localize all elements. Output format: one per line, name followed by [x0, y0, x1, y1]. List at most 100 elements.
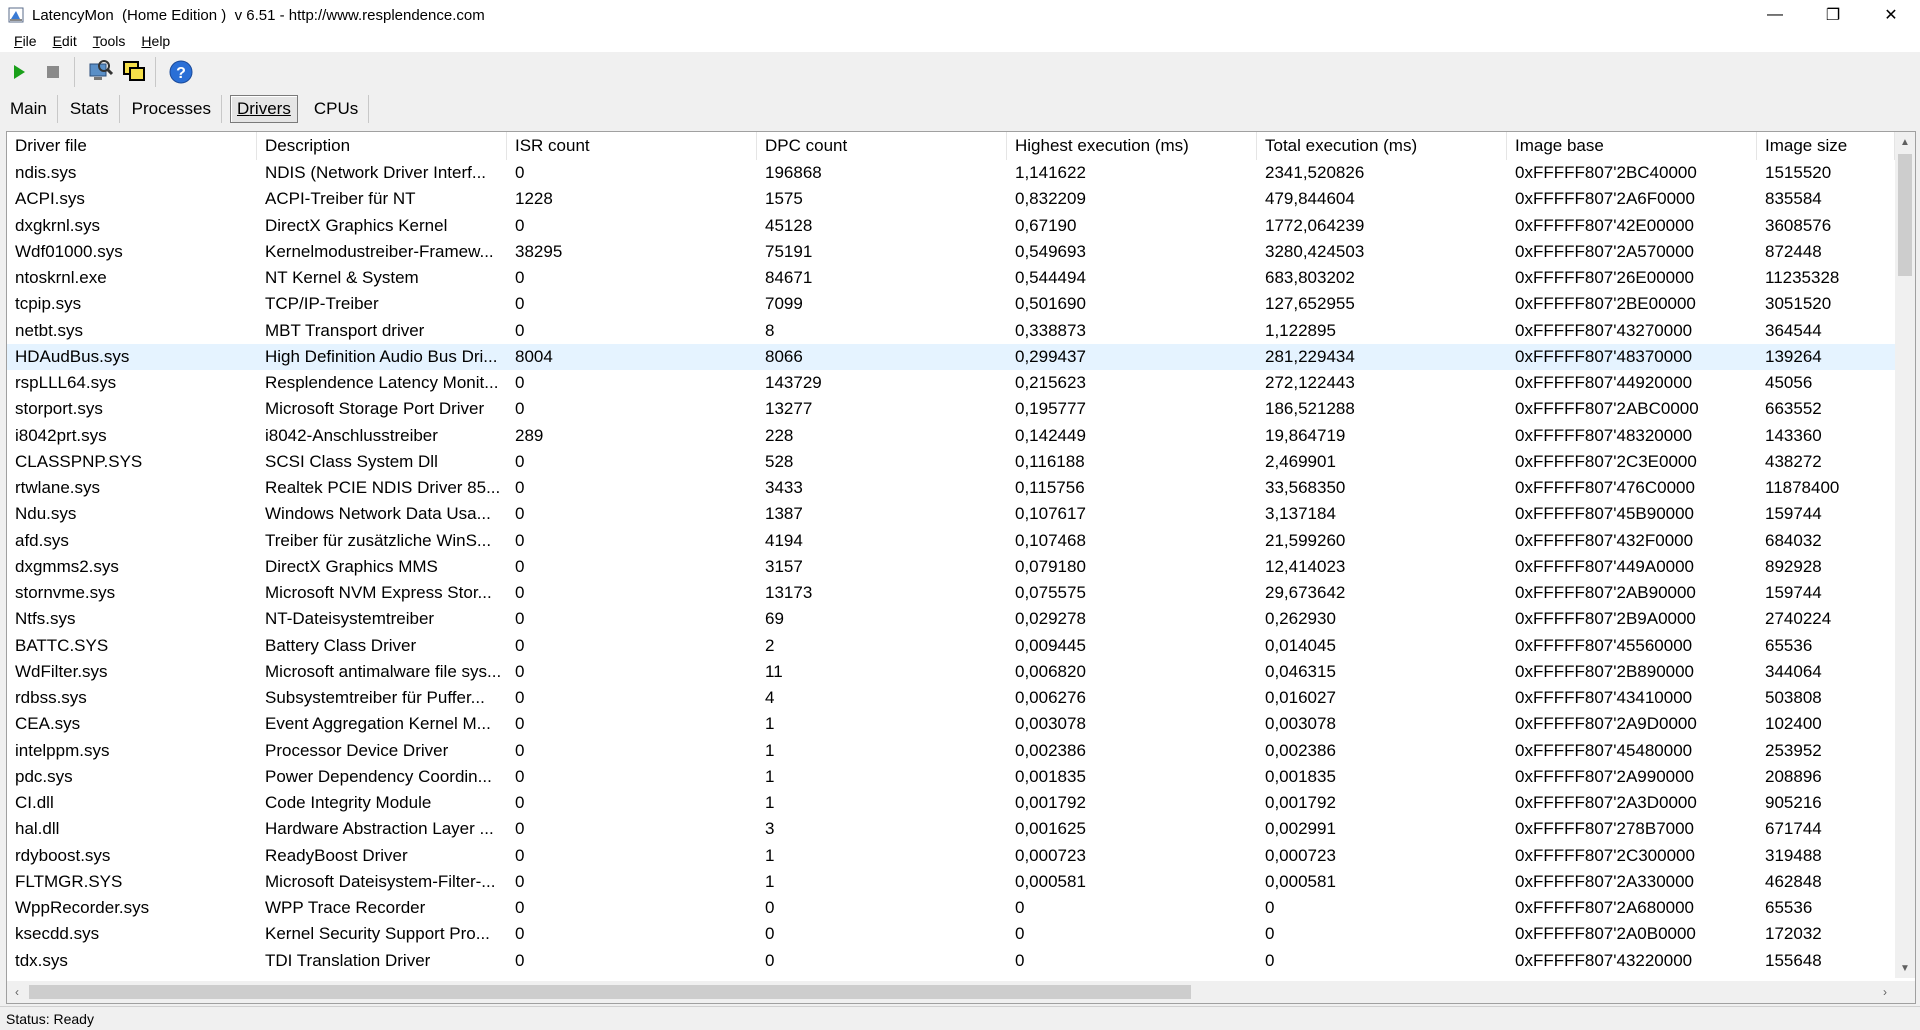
column-header-highest-execution-ms[interactable]: Highest execution (ms): [1007, 132, 1257, 160]
menu-item-tools[interactable]: Tools: [85, 33, 134, 49]
table-row[interactable]: WdFilter.sys Microsoft antimalware file s…: [7, 659, 1895, 685]
scroll-left-icon[interactable]: ‹: [7, 981, 27, 1003]
column-header-isr-count[interactable]: ISR count: [507, 132, 757, 160]
cell-image-base: 0xFFFFF807'278B7000: [1515, 819, 1695, 839]
column-header-total-execution-ms[interactable]: Total execution (ms): [1257, 132, 1507, 160]
table-row[interactable]: pdc.sys Power Dependency Coordin... 0 1 0,00…: [7, 764, 1895, 790]
tab-mnemonic: P: [131, 99, 143, 118]
cell-dpc-count: 1575: [765, 189, 803, 209]
table-row[interactable]: Ndu.sys Windows Network Data Usa... 0 1387 0…: [7, 501, 1895, 527]
horizontal-scroll-thumb[interactable]: [29, 985, 1191, 999]
cell-driver-file: hal.dll: [15, 819, 60, 839]
minimize-button[interactable]: —: [1746, 0, 1804, 30]
table-row[interactable]: intelppm.sys Processor Device Driver 0 1 0,0…: [7, 738, 1895, 764]
table-row[interactable]: Wdf01000.sys Kernelmodustreiber-Framew...…: [7, 239, 1895, 265]
scroll-down-icon[interactable]: ▼: [1895, 958, 1915, 978]
menu-item-edit[interactable]: Edit: [45, 33, 85, 49]
table-row[interactable]: stornvme.sys Microsoft NVM Express Stor..…: [7, 580, 1895, 606]
tab-drivers[interactable]: Drivers: [229, 95, 298, 123]
table-row[interactable]: rtwlane.sys Realtek PCIE NDIS Driver 85..…: [7, 475, 1895, 501]
cell-image-base: 0xFFFFF807'2ABC0000: [1515, 399, 1699, 419]
cell-image-base: 0xFFFFF807'2B890000: [1515, 661, 1695, 681]
close-button[interactable]: ✕: [1862, 0, 1920, 30]
table-row[interactable]: tcpip.sys TCP/IP-Treiber 0 7099 0,501690 127,…: [7, 291, 1895, 317]
cell-description: SCSI Class System Dll: [265, 451, 438, 471]
cell-image-base: 0xFFFFF807'2BC40000: [1515, 163, 1697, 182]
tab-label: tats: [81, 99, 109, 118]
table-row[interactable]: CI.dll Code Integrity Module 0 1 0,001792 0,0…: [7, 790, 1895, 816]
table-row[interactable]: WppRecorder.sys WPP Trace Recorder 0 0 0 0 0xF…: [7, 895, 1895, 921]
cell-driver-file: ksecdd.sys: [15, 924, 100, 944]
table-row[interactable]: ACPI.sys ACPI-Treiber für NT 1228 1575 0,832…: [7, 186, 1895, 212]
horizontal-scrollbar[interactable]: ‹ ›: [7, 981, 1895, 1003]
menu-item-file[interactable]: File: [0, 33, 45, 49]
cell-driver-file: rdyboost.sys: [15, 845, 111, 865]
table-row[interactable]: ksecdd.sys Kernel Security Support Pro...…: [7, 921, 1895, 947]
menu-item-help[interactable]: Help: [133, 33, 178, 49]
restore-button[interactable]: ❐: [1804, 0, 1862, 30]
table-row[interactable]: HDAudBus.sys High Definition Audio Bus Dr…: [7, 343, 1895, 370]
cell-isr-count: 0: [515, 530, 525, 550]
table-row[interactable]: ndis.sys NDIS (Network Driver Interf... 0 1…: [7, 160, 1895, 186]
cell-total-execution: 272,122443: [1265, 373, 1355, 392]
cell-image-base: 0xFFFFF807'2A570000: [1515, 241, 1695, 261]
cell-highest-execution: 0,215623: [1015, 373, 1086, 392]
tab-label: rivers: [249, 99, 291, 118]
cell-dpc-count: 7099: [765, 294, 803, 314]
tab-stats[interactable]: Stats: [60, 95, 120, 123]
column-header-driver-file[interactable]: Driver file: [7, 132, 257, 160]
scroll-up-icon[interactable]: ▲: [1895, 132, 1915, 152]
cell-isr-count: 0: [515, 163, 525, 182]
cell-isr-count: 0: [515, 819, 525, 839]
cell-total-execution: 0: [1265, 924, 1275, 944]
cell-isr-count: 0: [515, 950, 525, 970]
table-row[interactable]: rspLLL64.sys Resplendence Latency Monit..…: [7, 370, 1895, 396]
column-header-image-base[interactable]: Image base: [1507, 132, 1757, 160]
table-row[interactable]: BATTC.SYS Battery Class Driver 0 2 0,009445 0…: [7, 633, 1895, 659]
table-row[interactable]: tdx.sys TDI Translation Driver 0 0 0 0 0xFFFFF…: [7, 948, 1895, 974]
cell-image-size: 671744: [1765, 819, 1822, 839]
table-row[interactable]: rdbss.sys Subsystemtreiber für Puffer... 0…: [7, 685, 1895, 711]
table-row[interactable]: afd.sys Treiber für zusätzliche WinS... 0 4…: [7, 528, 1895, 554]
cell-dpc-count: 528: [765, 451, 794, 471]
cell-highest-execution: 0,195777: [1015, 399, 1086, 419]
table-row[interactable]: i8042prt.sys i8042-Anschlusstreiber 289 228…: [7, 423, 1895, 449]
table-row[interactable]: CLASSPNP.SYS SCSI Class System Dll 0 528 0,1…: [7, 449, 1895, 475]
windows-button[interactable]: [119, 57, 149, 87]
tab-main[interactable]: Main: [0, 95, 58, 123]
tab-cpus[interactable]: CPUs: [304, 95, 370, 123]
vertical-scrollbar[interactable]: ▲ ▼: [1895, 132, 1915, 978]
scroll-right-icon[interactable]: ›: [1875, 981, 1895, 1003]
cell-dpc-count: 0: [765, 924, 775, 944]
help-button[interactable]: ?: [166, 57, 196, 87]
table-row[interactable]: dxgkrnl.sys DirectX Graphics Kernel 0 45128…: [7, 213, 1895, 239]
cell-driver-file: storport.sys: [15, 399, 103, 419]
table-row[interactable]: rdyboost.sys ReadyBoost Driver 0 1 0,000723 0…: [7, 843, 1895, 869]
cell-isr-count: 0: [515, 399, 525, 419]
tab-label: PUs: [326, 99, 359, 118]
stop-monitoring-button[interactable]: [38, 57, 68, 87]
menu-mnemonic: T: [92, 33, 100, 49]
column-header-dpc-count[interactable]: DPC count: [757, 132, 1007, 160]
cell-dpc-count: 0: [765, 898, 775, 917]
cell-image-size: 872448: [1765, 241, 1822, 261]
cell-total-execution: 3,137184: [1265, 504, 1336, 524]
cell-highest-execution: 0,001835: [1015, 766, 1086, 786]
column-header-image-size[interactable]: Image size: [1757, 132, 1895, 160]
vertical-scroll-thumb[interactable]: [1898, 154, 1912, 276]
table-row[interactable]: FLTMGR.SYS Microsoft Dateisystem-Filter-.…: [7, 869, 1895, 895]
table-row[interactable]: Ntfs.sys NT-Dateisystemtreiber 0 69 0,029278…: [7, 606, 1895, 632]
start-monitoring-button[interactable]: [4, 57, 34, 87]
cell-isr-count: 0: [515, 268, 525, 287]
table-row[interactable]: ntoskrnl.exe NT Kernel & System 0 84671 0,54…: [7, 265, 1895, 291]
table-row[interactable]: storport.sys Microsoft Storage Port Drive…: [7, 396, 1895, 422]
table-row[interactable]: hal.dll Hardware Abstraction Layer ... 0 3 0…: [7, 816, 1895, 842]
table-row[interactable]: dxgmms2.sys DirectX Graphics MMS 0 3157 0,07…: [7, 554, 1895, 580]
search-computer-button[interactable]: [85, 57, 115, 87]
cell-dpc-count: 143729: [765, 373, 822, 392]
menu-label: dit: [61, 33, 77, 49]
table-row[interactable]: netbt.sys MBT Transport driver 0 8 0,338873 1…: [7, 318, 1895, 344]
tab-processes[interactable]: Processes: [122, 95, 222, 123]
column-header-description[interactable]: Description: [257, 132, 507, 160]
table-row[interactable]: CEA.sys Event Aggregation Kernel M... 0 1 0,…: [7, 711, 1895, 737]
